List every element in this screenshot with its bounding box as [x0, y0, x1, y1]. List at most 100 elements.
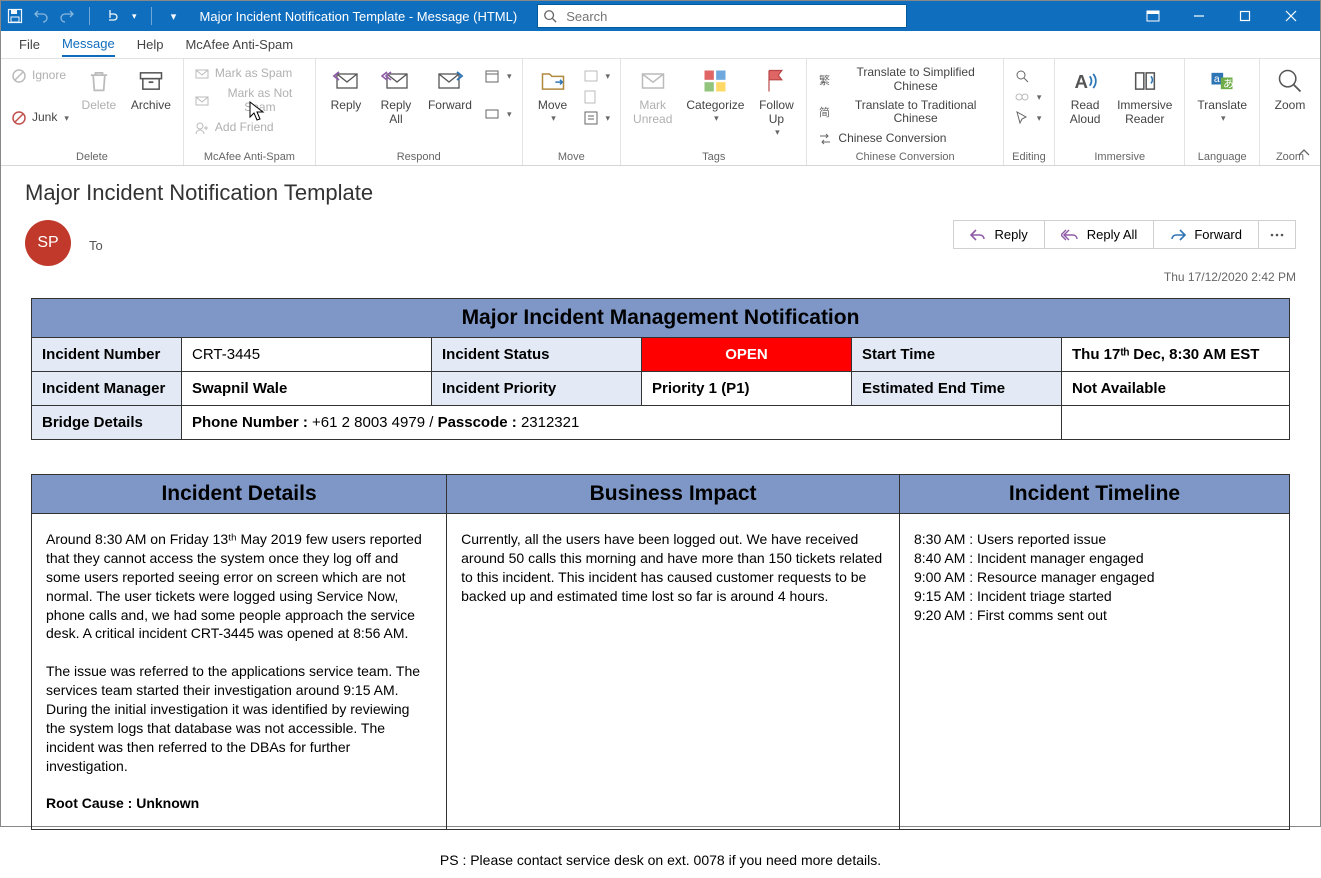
touch-mode-icon[interactable]: [104, 8, 120, 24]
customize-qat-icon[interactable]: ▾: [166, 8, 182, 24]
minimize-icon[interactable]: [1176, 1, 1222, 31]
header-forward-button[interactable]: Forward: [1154, 220, 1259, 249]
val-bridge-details: Phone Number : +61 2 8003 4979 / Passcod…: [182, 406, 1062, 440]
reply-button[interactable]: Reply: [324, 63, 368, 115]
ribbon-group-editing: ▾ ▾ Editing: [1004, 59, 1055, 165]
group-label-move: Move: [531, 149, 613, 163]
meeting-button[interactable]: ▾: [482, 67, 514, 85]
add-friend-button[interactable]: Add Friend: [192, 119, 307, 137]
reply-all-icon: [380, 65, 412, 97]
ribbon-group-language: aあTranslate▾ Language: [1185, 59, 1260, 165]
ignore-icon: [11, 68, 27, 84]
ribbon: Ignore Junk▾ Delete Archive Delete Mark …: [1, 59, 1320, 166]
more-respond-button[interactable]: ▾: [482, 105, 514, 123]
sender-avatar: SP: [25, 220, 71, 266]
not-spam-icon: [194, 93, 210, 109]
junk-button[interactable]: Junk▾: [9, 109, 71, 127]
save-icon[interactable]: [7, 8, 23, 24]
menu-mcafee[interactable]: McAfee Anti-Spam: [185, 33, 293, 56]
immersive-reader-button[interactable]: Immersive Reader: [1113, 63, 1176, 129]
translate-traditional-button[interactable]: 简Translate to Traditional Chinese: [815, 98, 994, 128]
maximize-icon[interactable]: [1222, 1, 1268, 31]
hdr-business-impact: Business Impact: [447, 475, 900, 514]
delete-button[interactable]: Delete: [77, 63, 121, 115]
close-icon[interactable]: [1268, 1, 1314, 31]
rules-icon: [583, 68, 599, 84]
select-button[interactable]: ▾: [1012, 109, 1044, 127]
menu-file[interactable]: File: [19, 33, 40, 56]
mark-not-spam-button[interactable]: Mark as Not Spam: [192, 86, 307, 116]
group-label-language: Language: [1193, 149, 1251, 163]
menu-bar: File Message Help McAfee Anti-Spam: [1, 31, 1320, 59]
menu-message[interactable]: Message: [62, 32, 115, 57]
actions-button[interactable]: ▾: [581, 109, 613, 127]
search-box[interactable]: [537, 4, 907, 28]
group-label-editing: Editing: [1012, 149, 1046, 163]
forward-button[interactable]: Forward: [424, 63, 476, 115]
header-reply-button[interactable]: Reply: [953, 220, 1044, 249]
search-icon: [538, 9, 562, 23]
onenote-button[interactable]: [581, 88, 613, 106]
svg-text:繁: 繁: [819, 73, 830, 87]
lbl-incident-priority: Incident Priority: [432, 372, 642, 406]
reply-all-button[interactable]: Reply All: [374, 63, 418, 129]
menu-help[interactable]: Help: [137, 33, 164, 56]
mark-spam-button[interactable]: Mark as Spam: [192, 65, 307, 83]
undo-icon[interactable]: [33, 8, 49, 24]
rules-button[interactable]: ▾: [581, 67, 613, 85]
categorize-button[interactable]: Categorize▾: [682, 63, 748, 125]
move-button[interactable]: Move▾: [531, 63, 575, 125]
flag-icon: [760, 65, 792, 97]
calendar-icon: [484, 68, 500, 84]
ribbon-group-tags: Mark Unread Categorize▾ Follow Up▾ Tags: [621, 59, 807, 165]
val-start-time: Thu 17ᵗʰ Dec, 8:30 AM EST: [1062, 338, 1290, 372]
mark-unread-button[interactable]: Mark Unread: [629, 63, 676, 129]
svg-text:あ: あ: [1223, 78, 1234, 90]
svg-text:简: 简: [819, 105, 830, 119]
mark-unread-icon: [637, 65, 669, 97]
lbl-est-end-time: Estimated End Time: [852, 372, 1062, 406]
translate-icon: 简: [817, 104, 833, 120]
follow-up-button[interactable]: Follow Up▾: [754, 63, 798, 139]
email-body: Major Incident Management Notification I…: [1, 292, 1320, 878]
val-incident-manager: Swapnil Wale: [182, 372, 432, 406]
forward-icon: [434, 65, 466, 97]
summary-header: Major Incident Management Notification: [32, 299, 1290, 338]
archive-button[interactable]: Archive: [127, 63, 175, 115]
lbl-incident-number: Incident Number: [32, 338, 182, 372]
ribbon-group-chinese: 繁Translate to Simplified Chinese 简Transl…: [807, 59, 1003, 165]
translate-simplified-button[interactable]: 繁Translate to Simplified Chinese: [815, 65, 994, 95]
group-label-delete: Delete: [9, 149, 175, 163]
header-reply-all-button[interactable]: Reply All: [1045, 220, 1155, 249]
find-icon: [1014, 68, 1030, 84]
chinese-conversion-button[interactable]: Chinese Conversion: [815, 130, 994, 148]
ribbon-display-icon[interactable]: [1130, 1, 1176, 31]
translate-button[interactable]: aあTranslate▾: [1193, 63, 1251, 125]
svg-text:a: a: [1214, 73, 1220, 85]
val-incident-priority: Priority 1 (P1): [642, 372, 852, 406]
ribbon-group-respond: Reply Reply All Forward ▾ ▾ Respond: [316, 59, 523, 165]
collapse-ribbon-icon[interactable]: [1294, 145, 1314, 161]
read-aloud-button[interactable]: ARead Aloud: [1063, 63, 1107, 129]
lbl-incident-manager: Incident Manager: [32, 372, 182, 406]
hdr-incident-timeline: Incident Timeline: [900, 475, 1290, 514]
related-button[interactable]: ▾: [1012, 88, 1044, 106]
redo-icon[interactable]: [59, 8, 75, 24]
translate-icon: 繁: [817, 72, 833, 88]
cursor-icon: [1014, 110, 1030, 126]
title-bar: ▾ ▾ Major Incident Notification Template…: [1, 1, 1320, 31]
ribbon-group-mcafee: Mark as Spam Mark as Not Spam Add Friend…: [184, 59, 316, 165]
group-label-respond: Respond: [324, 149, 514, 163]
header-more-button[interactable]: [1259, 220, 1296, 249]
onenote-icon: [583, 89, 599, 105]
lbl-incident-status: Incident Status: [432, 338, 642, 372]
search-input[interactable]: [562, 9, 906, 24]
find-button[interactable]: [1012, 67, 1044, 85]
cell-incident-timeline: 8:30 AM : Users reported issue 8:40 AM :…: [900, 514, 1290, 830]
to-label: To: [89, 238, 103, 253]
zoom-button[interactable]: Zoom: [1268, 63, 1312, 115]
ignore-button[interactable]: Ignore: [9, 67, 71, 85]
ribbon-group-immersive: ARead Aloud Immersive Reader Immersive: [1055, 59, 1185, 165]
incident-summary-table: Major Incident Management Notification I…: [31, 298, 1290, 440]
group-label-tags: Tags: [629, 149, 798, 163]
